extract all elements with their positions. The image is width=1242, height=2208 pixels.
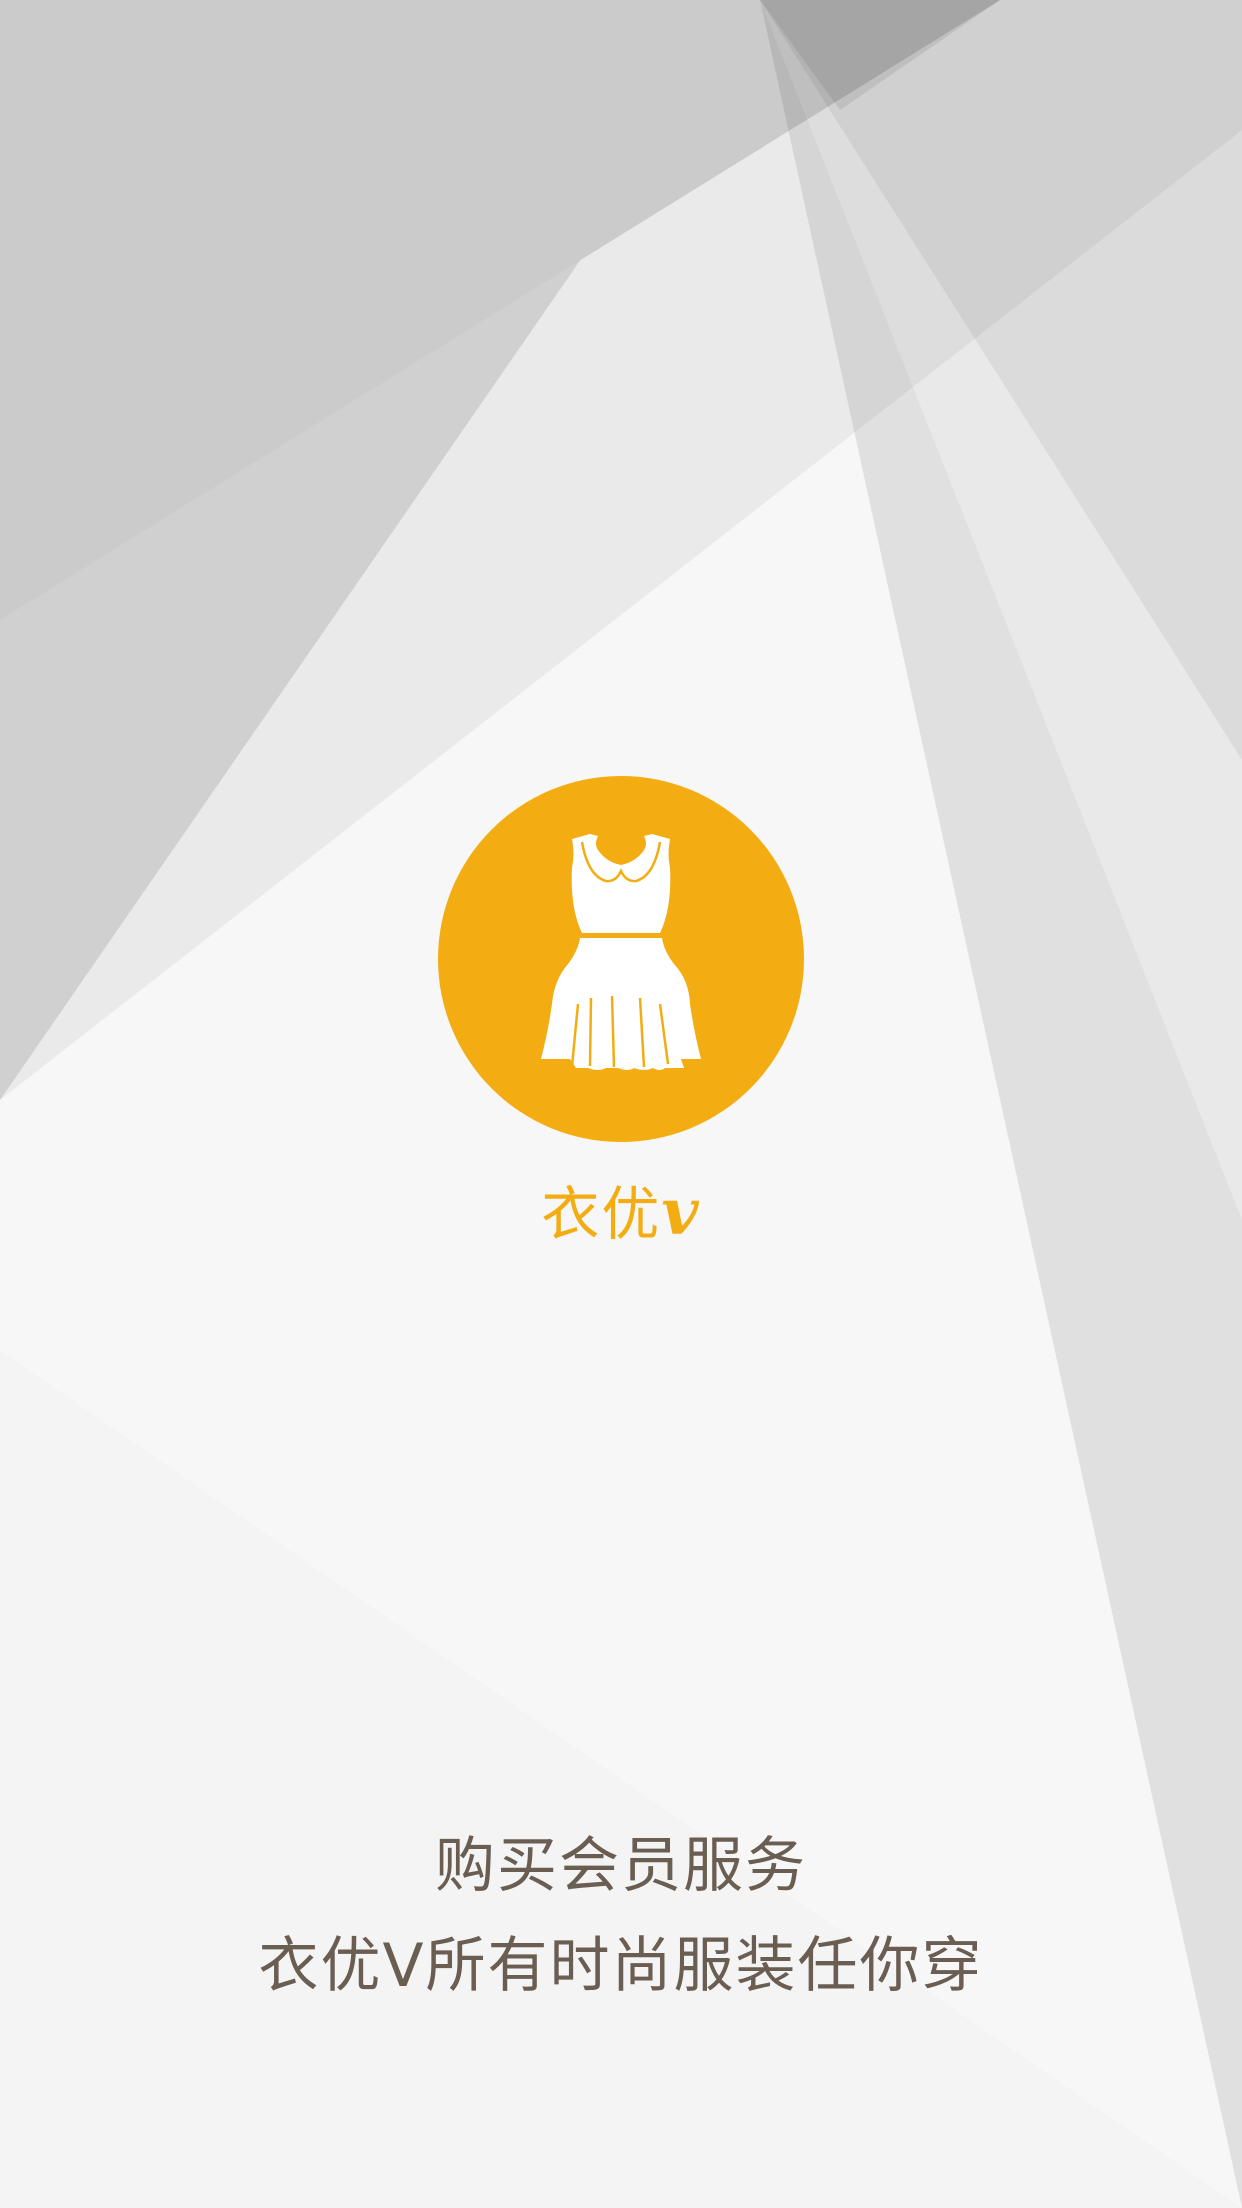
tagline-line-2: 衣优V所有时尚服装任你穿 xyxy=(258,1931,984,2001)
brand-name: 衣优v xyxy=(0,1178,1242,1249)
tagline-line-1: 购买会员服务 xyxy=(435,1831,807,1901)
dress-icon xyxy=(541,834,701,1070)
app-logo xyxy=(438,776,804,1142)
brand-name-chinese: 衣优 xyxy=(541,1180,662,1248)
brand-name-v: v xyxy=(661,1175,701,1250)
